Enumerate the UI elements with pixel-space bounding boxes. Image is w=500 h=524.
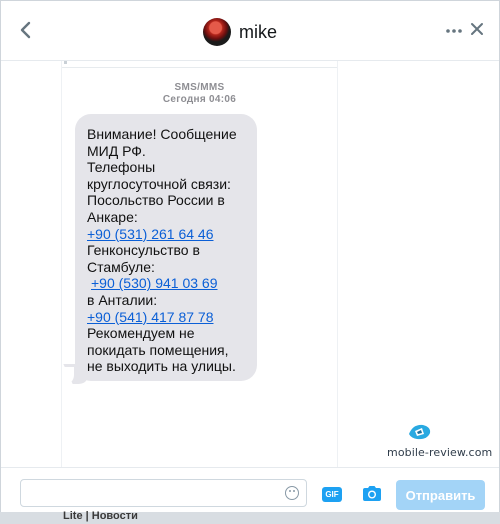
divider (62, 67, 337, 68)
message-text: Внимание! Сообщение МИД РФ. Телефоны круг… (87, 126, 257, 375)
dm-window: mike SMS/MMS Сегодня 04:06 Внимание! Соо… (0, 0, 500, 513)
message-input[interactable] (20, 479, 307, 507)
send-button[interactable]: Отправить (396, 480, 485, 510)
camera-icon[interactable] (362, 485, 382, 502)
mobile-review-logo-icon (407, 422, 431, 442)
background-page-text: Lite | Новости (63, 510, 138, 522)
phone-link[interactable]: +90 (541) 417 87 78 (87, 309, 214, 326)
chevron-left-icon[interactable] (19, 21, 37, 41)
ellipsis-icon[interactable] (445, 23, 463, 41)
message-bubble: Внимание! Сообщение МИД РФ. Телефоны круг… (75, 114, 257, 381)
message-line: Посольство России в Анкаре: (87, 192, 225, 225)
phone-link[interactable]: +90 (531) 261 64 46 (87, 226, 214, 243)
message-line: Телефоны круглосуточной связи: (87, 159, 231, 192)
message-composer: GIF Отправить (1, 467, 499, 513)
message-screenshot: SMS/MMS Сегодня 04:06 Внимание! Сообщени… (61, 61, 338, 468)
message-line: в Анталии: (87, 291, 158, 308)
gif-button[interactable]: GIF (322, 487, 342, 502)
emoji-icon[interactable] (285, 486, 299, 500)
divider-mark (64, 61, 67, 64)
contact-name[interactable]: mike (239, 22, 277, 43)
service-label: SMS/MMS (174, 82, 225, 93)
avatar[interactable] (203, 18, 231, 46)
close-icon[interactable] (470, 21, 486, 39)
message-line: Внимание! Сообщение МИД РФ. (87, 126, 237, 159)
phone-link[interactable]: +90 (530) 941 03 69 (91, 275, 218, 292)
watermark-text: mobile-review.com (387, 446, 493, 459)
message-timestamp: Сегодня 04:06 (162, 94, 237, 105)
message-line: Рекомендуем не покидать помещения, не вы… (87, 325, 236, 375)
message-line: Генконсульство в Стамбуле: (87, 242, 200, 275)
conversation-header: mike (1, 1, 499, 61)
